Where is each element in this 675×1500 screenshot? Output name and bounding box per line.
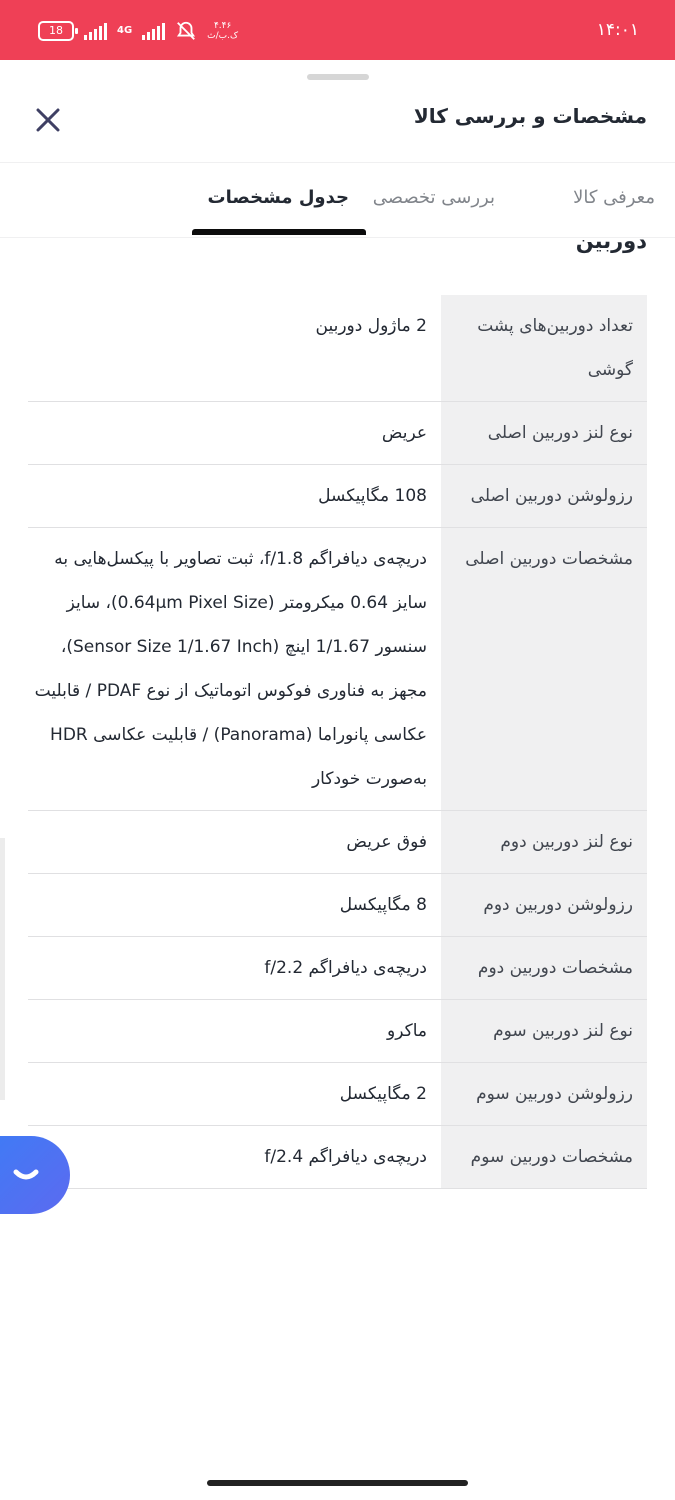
network-type: 4G [117,25,133,36]
spec-value: 2 ماژول دوربین [28,295,441,402]
table-row: نوع لنز دوربین سوم ماکرو [28,999,647,1063]
specs-table: تعداد دوربین‌های پشت گوشی 2 ماژول دوربین… [28,295,647,1189]
sheet-header: مشخصات و بررسی کالا [0,88,675,163]
chat-button[interactable] [0,1136,70,1214]
spec-key: مشخصات دوربین سوم [441,1125,647,1189]
spec-key: مشخصات دوربین دوم [441,936,647,1000]
table-row: تعداد دوربین‌های پشت گوشی 2 ماژول دوربین [28,295,647,402]
close-icon[interactable] [30,102,66,138]
spec-value: عریض [28,401,441,465]
spec-value: دریچه‌ی دیافراگم f/2.4 [28,1125,441,1189]
specs-content: دوربین تعداد دوربین‌های پشت گوشی 2 ماژول… [0,237,675,1500]
tab-bar: معرفی کالا بررسی تخصصی جدول مشخصات [0,163,675,238]
network-speed: ۴.۴۶ ک.ب/ث [207,21,238,41]
spec-value: ماکرو [28,999,441,1063]
active-tab-indicator [192,229,366,235]
tab-introduction[interactable]: معرفی کالا [573,187,655,208]
status-time: ۱۴:۰۱ [596,20,639,40]
tab-specifications[interactable]: جدول مشخصات [208,187,349,208]
battery-level: 18 [49,24,63,37]
spec-value: 2 مگاپیکسل [28,1062,441,1126]
sheet-grabber[interactable] [307,74,369,80]
table-row: مشخصات دوربین اصلی دریچه‌ی دیافراگم f/1.… [28,527,647,811]
speed-value: ۴.۴۶ [213,21,232,31]
spec-value: 108 مگاپیکسل [28,464,441,528]
table-row: مشخصات دوربین دوم دریچه‌ی دیافراگم f/2.2 [28,936,647,1000]
section-title: دوربین [575,237,647,253]
scroll-track[interactable] [0,838,5,1100]
speed-unit: ک.ب/ث [207,31,239,41]
spec-key: نوع لنز دوربین اصلی [441,401,647,465]
spec-key: رزولوشن دوربین سوم [441,1062,647,1126]
battery-icon: 18 [38,21,78,41]
signal-icon-2 [142,22,166,40]
sheet-title: مشخصات و بررسی کالا [413,104,647,128]
table-row: نوع لنز دوربین اصلی عریض [28,401,647,465]
signal-icon [84,22,107,40]
table-row: رزولوشن دوربین دوم 8 مگاپیکسل [28,873,647,937]
spec-key: نوع لنز دوربین دوم [441,810,647,874]
spec-value: دریچه‌ی دیافراگم f/2.2 [28,936,441,1000]
home-indicator[interactable] [207,1480,468,1486]
spec-value: 8 مگاپیکسل [28,873,441,937]
spec-key: رزولوشن دوربین اصلی [441,464,647,528]
table-row: رزولوشن دوربین اصلی 108 مگاپیکسل [28,464,647,528]
table-row: رزولوشن دوربین سوم 2 مگاپیکسل [28,1062,647,1126]
status-icons: 18 4G ۴.۴۶ ک.ب/ث [38,16,238,46]
spec-value: دریچه‌ی دیافراگم f/1.8، ثبت تصاویر با پی… [28,527,441,811]
table-row: مشخصات دوربین سوم دریچه‌ی دیافراگم f/2.4 [28,1125,647,1189]
tab-expert-review[interactable]: بررسی تخصصی [373,187,495,208]
spec-key: رزولوشن دوربین دوم [441,873,647,937]
spec-value: فوق عریض [28,810,441,874]
spec-key: مشخصات دوربین اصلی [441,527,647,811]
bell-off-icon [177,21,196,40]
chat-icon [13,1169,39,1180]
status-bar: 18 4G ۴.۴۶ ک.ب/ث ۱۴:۰۱ [0,0,675,60]
spec-key: تعداد دوربین‌های پشت گوشی [441,295,647,402]
spec-key: نوع لنز دوربین سوم [441,999,647,1063]
table-row: نوع لنز دوربین دوم فوق عریض [28,810,647,874]
